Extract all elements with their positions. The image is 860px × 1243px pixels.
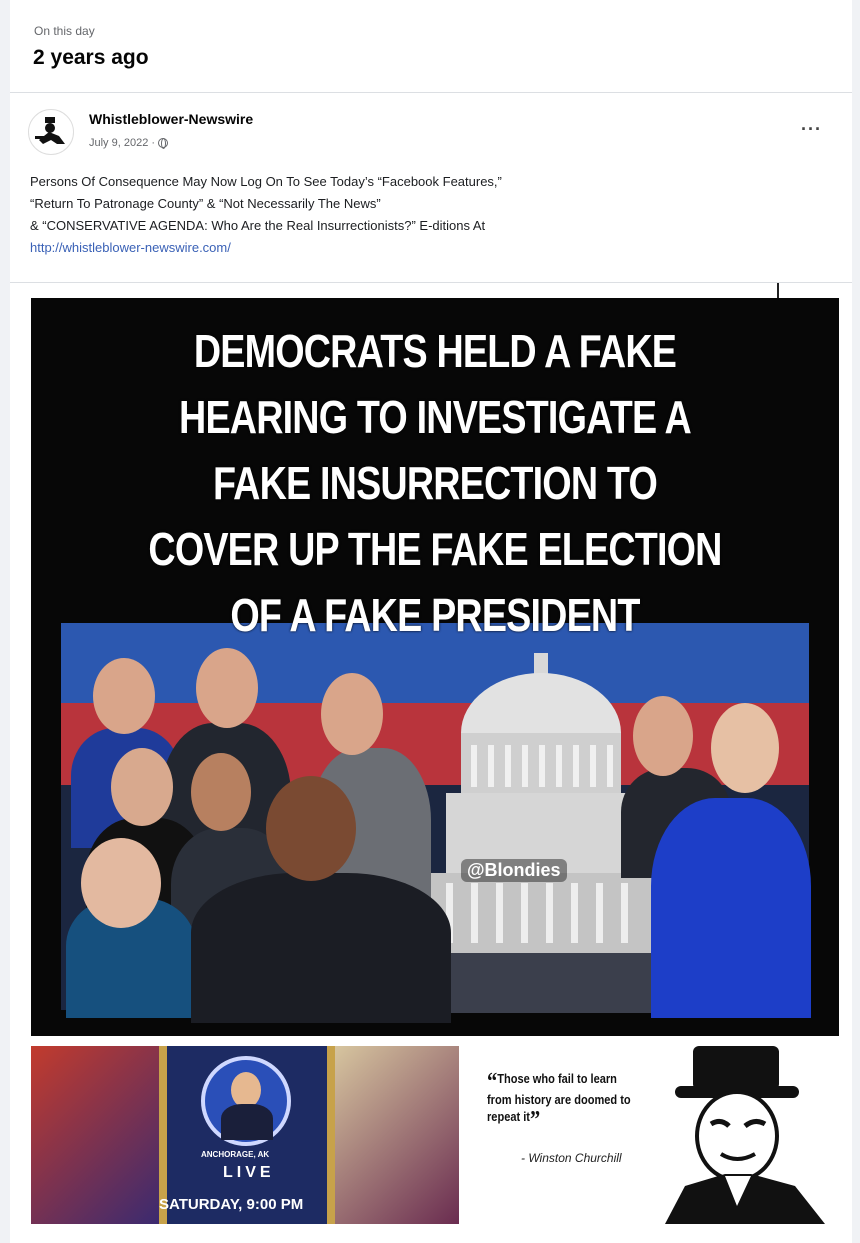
- divider: [10, 282, 852, 283]
- quote-text: “Those who fail to learn from history ar…: [487, 1070, 640, 1132]
- rally-photo[interactable]: ANCHORAGE, AK LIVE SATURDAY, 9:00 PM: [31, 1046, 459, 1224]
- image-divider-mark: [777, 283, 779, 299]
- post-date[interactable]: July 9, 2022 ·: [89, 137, 155, 149]
- post-text-line: & “CONSERVATIVE AGENDA: Who Are the Real…: [30, 218, 486, 233]
- quote-close-icon: ”: [529, 1107, 541, 1133]
- globe-icon: [158, 138, 169, 149]
- more-options-button[interactable]: ···: [801, 119, 822, 140]
- quote-body: Those who fail to learn from history are…: [487, 1071, 631, 1124]
- avatar[interactable]: [28, 109, 74, 155]
- post-link[interactable]: http://whistleblower-newswire.com/: [30, 237, 830, 259]
- headline-line: HEARING TO INVESTIGATE A: [179, 391, 692, 443]
- memory-title: 2 years ago: [33, 46, 149, 69]
- post-meta: July 9, 2022 ·: [89, 137, 169, 149]
- post-author[interactable]: Whistleblower-Newswire: [89, 111, 253, 127]
- live-label: LIVE: [223, 1164, 275, 1181]
- memory-header: On this day 2 years ago: [10, 0, 852, 93]
- headline-line: OF A FAKE PRESIDENT: [230, 589, 640, 641]
- image-watermark: @Blondies: [461, 859, 567, 882]
- meme-headline: DEMOCRATS HELD A FAKE HEARING TO INVESTI…: [137, 318, 734, 648]
- quote-attribution: - Winston Churchill: [521, 1151, 622, 1165]
- post-text: Persons Of Consequence May Now Log On To…: [30, 171, 830, 259]
- headline-line: DEMOCRATS HELD A FAKE: [193, 325, 677, 377]
- post-text-line: “Return To Patronage County” & “Not Nece…: [30, 196, 381, 211]
- headline-line: FAKE INSURRECTION TO: [213, 457, 658, 509]
- memory-card: On this day 2 years ago Whistleblower-Ne…: [10, 0, 852, 1243]
- quote-image[interactable]: “Those who fail to learn from history ar…: [465, 1046, 838, 1224]
- memory-label: On this day: [34, 24, 95, 38]
- main-photo[interactable]: @Blondies DEMOCRATS HELD A FAKE HEARING …: [31, 298, 839, 1036]
- post-text-line: Persons Of Consequence May Now Log On To…: [30, 174, 502, 189]
- churchill-portrait: [665, 1046, 825, 1224]
- headline-line: COVER UP THE FAKE ELECTION: [148, 523, 722, 575]
- live-location: ANCHORAGE, AK: [201, 1150, 270, 1159]
- live-time: SATURDAY, 9:00 PM: [159, 1196, 304, 1213]
